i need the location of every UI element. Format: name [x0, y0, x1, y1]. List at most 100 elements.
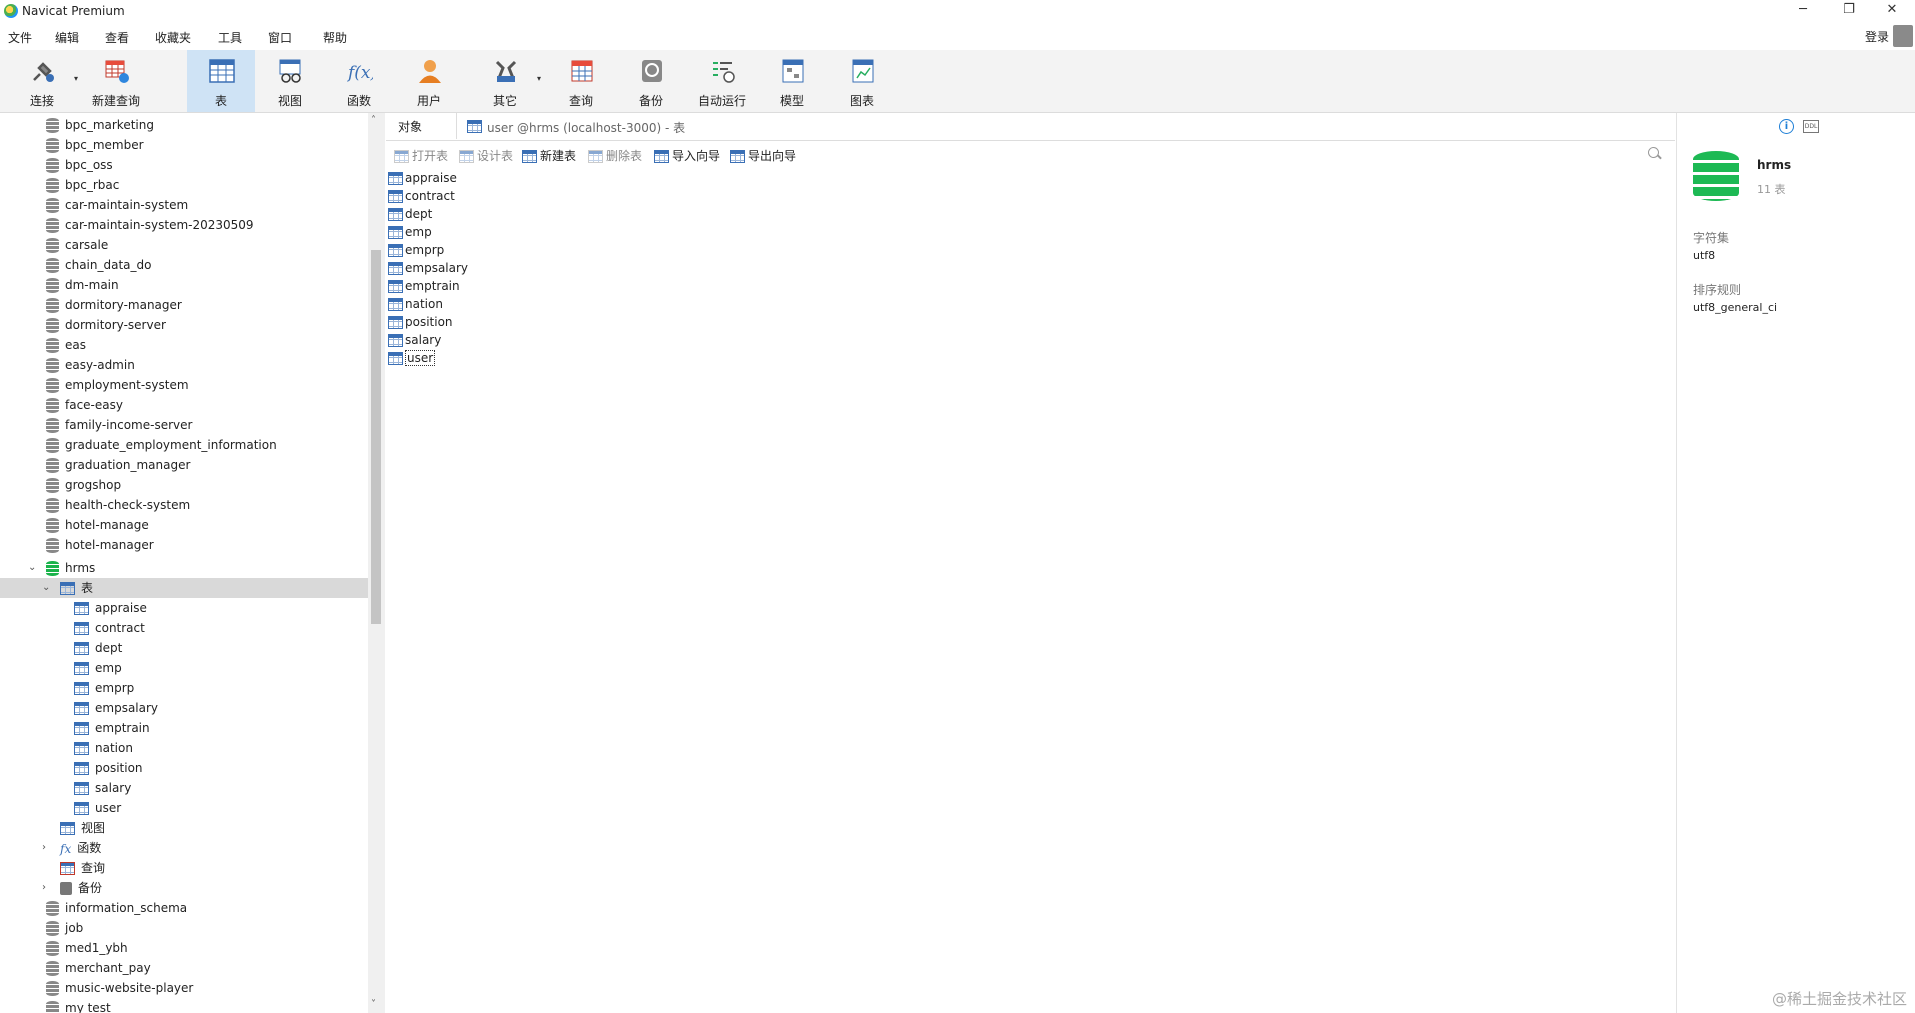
tree-tables-node[interactable]: ⌄ 表: [42, 578, 93, 598]
tree-functions-node[interactable]: › fx 函数: [42, 838, 101, 858]
tree-table-item[interactable]: empsalary: [74, 698, 158, 718]
tree-table-item[interactable]: emprp: [74, 678, 134, 698]
tree-table-item[interactable]: contract: [74, 618, 145, 638]
tree-table-item[interactable]: emp: [74, 658, 122, 678]
toolbar-table-button[interactable]: 表: [187, 50, 255, 112]
object-item[interactable]: salary: [388, 331, 441, 349]
toolbar-model-button[interactable]: 模型: [758, 50, 826, 112]
tree-db-item[interactable]: carsale: [46, 235, 108, 255]
tree-db-item[interactable]: easy-admin: [46, 355, 135, 375]
design-table-button[interactable]: 设计表: [459, 147, 513, 164]
tree-db-item[interactable]: dormitory-manager: [46, 295, 182, 315]
tree-db-item[interactable]: employment-system: [46, 375, 189, 395]
toolbar-connect-button[interactable]: 连接 ▾: [8, 50, 78, 112]
tree-db-item[interactable]: graduation_manager: [46, 455, 190, 475]
tree-db-item[interactable]: information_schema: [46, 898, 187, 918]
toolbar-view-button[interactable]: 视图: [256, 50, 324, 112]
object-item[interactable]: nation: [388, 295, 443, 313]
close-button[interactable]: ✕: [1869, 0, 1915, 22]
login-link[interactable]: 登录: [1865, 28, 1889, 45]
chevron-down-icon[interactable]: ⌄: [28, 558, 36, 578]
tree-table-item[interactable]: position: [74, 758, 143, 778]
toolbar-other-button[interactable]: 其它 ▾: [471, 50, 541, 112]
object-item[interactable]: emp: [388, 223, 432, 241]
tree-db-item[interactable]: face-easy: [46, 395, 123, 415]
tree-db-item[interactable]: car-maintain-system: [46, 195, 188, 215]
object-item[interactable]: dept: [388, 205, 432, 223]
new-table-button[interactable]: 新建表: [522, 147, 576, 164]
tree-db-item[interactable]: my test: [46, 998, 111, 1013]
avatar[interactable]: [1893, 25, 1913, 47]
tree-db-item[interactable]: grogshop: [46, 475, 121, 495]
menu-view[interactable]: 查看: [105, 29, 129, 46]
menu-favorites[interactable]: 收藏夹: [155, 29, 191, 46]
sidebar-scrollbar[interactable]: ˄ ˅: [368, 113, 385, 1013]
menu-tools[interactable]: 工具: [218, 29, 242, 46]
tree-db-item[interactable]: job: [46, 918, 83, 938]
scroll-up-icon[interactable]: ˄: [371, 115, 376, 126]
minimize-button[interactable]: ─: [1780, 0, 1826, 22]
toolbar-backup-button[interactable]: 备份: [617, 50, 685, 112]
toolbar-schedule-button[interactable]: 自动运行: [688, 50, 756, 112]
chevron-right-icon[interactable]: ›: [42, 878, 46, 898]
toolbar-user-button[interactable]: 用户: [395, 50, 463, 112]
tree-db-item[interactable]: bpc_member: [46, 135, 144, 155]
tree-db-item[interactable]: dormitory-server: [46, 315, 166, 335]
object-item[interactable]: emptrain: [388, 277, 460, 295]
object-item[interactable]: appraise: [388, 169, 457, 187]
tree-db-item[interactable]: health-check-system: [46, 495, 190, 515]
info-icon[interactable]: i: [1779, 119, 1794, 134]
tree-db-item[interactable]: dm-main: [46, 275, 119, 295]
tree-db-item[interactable]: bpc_marketing: [46, 115, 154, 135]
tree-views-node[interactable]: 视图: [60, 818, 105, 838]
import-wizard-button[interactable]: 导入向导: [654, 147, 720, 164]
toolbar-function-button[interactable]: f(x) 函数: [325, 50, 393, 112]
tree-queries-node[interactable]: 查询: [60, 858, 105, 878]
tree-db-item[interactable]: merchant_pay: [46, 958, 151, 978]
tree-table-item[interactable]: nation: [74, 738, 133, 758]
delete-table-button[interactable]: 删除表: [588, 147, 642, 164]
tree-db-hrms[interactable]: ⌄ hrms: [28, 558, 95, 578]
menu-help[interactable]: 帮助: [323, 29, 347, 46]
tree-table-item[interactable]: salary: [74, 778, 131, 798]
search-icon[interactable]: [1648, 147, 1659, 158]
tab-objects[interactable]: 对象: [398, 118, 422, 135]
object-item-selected[interactable]: user: [388, 349, 436, 367]
tree-backups-node[interactable]: › 备份: [42, 878, 102, 898]
scroll-down-icon[interactable]: ˅: [371, 999, 376, 1010]
open-table-button[interactable]: 打开表: [394, 147, 448, 164]
toolbar-new-query-button[interactable]: 新建查询: [82, 50, 150, 112]
other-dropdown-icon[interactable]: ▾: [537, 74, 541, 83]
menu-edit[interactable]: 编辑: [55, 29, 79, 46]
tree-table-item[interactable]: user: [74, 798, 121, 818]
tree-db-item[interactable]: family-income-server: [46, 415, 192, 435]
ddl-icon[interactable]: DDL: [1803, 120, 1819, 133]
export-wizard-button[interactable]: 导出向导: [730, 147, 796, 164]
scrollbar-thumb[interactable]: [371, 250, 381, 624]
tree-db-item[interactable]: hotel-manage: [46, 515, 149, 535]
tree-db-item[interactable]: hotel-manager: [46, 535, 154, 555]
tree-db-item[interactable]: eas: [46, 335, 86, 355]
tree-table-item[interactable]: appraise: [74, 598, 147, 618]
tab-active-table[interactable]: user @hrms (localhost-3000) - 表: [456, 113, 1676, 139]
connect-dropdown-icon[interactable]: ▾: [74, 74, 78, 83]
tree-db-item[interactable]: music-website-player: [46, 978, 193, 998]
tree-table-item[interactable]: dept: [74, 638, 122, 658]
menu-window[interactable]: 窗口: [268, 29, 292, 46]
tree-db-item[interactable]: bpc_rbac: [46, 175, 119, 195]
tree-table-item[interactable]: emptrain: [74, 718, 150, 738]
restore-button[interactable]: ❐: [1826, 0, 1872, 22]
tree-db-item[interactable]: med1_ybh: [46, 938, 128, 958]
tree-db-item[interactable]: chain_data_do: [46, 255, 151, 275]
tree-db-item[interactable]: graduate_employment_information: [46, 435, 277, 455]
chevron-down-icon[interactable]: ⌄: [42, 578, 50, 598]
object-item[interactable]: position: [388, 313, 453, 331]
tree-db-item[interactable]: car-maintain-system-20230509: [46, 215, 254, 235]
menu-file[interactable]: 文件: [8, 29, 32, 46]
tree-db-item[interactable]: bpc_oss: [46, 155, 113, 175]
object-item[interactable]: contract: [388, 187, 455, 205]
toolbar-query-button[interactable]: 查询: [547, 50, 615, 112]
toolbar-chart-button[interactable]: 图表: [828, 50, 896, 112]
chevron-right-icon[interactable]: ›: [42, 838, 46, 858]
object-item[interactable]: emprp: [388, 241, 444, 259]
